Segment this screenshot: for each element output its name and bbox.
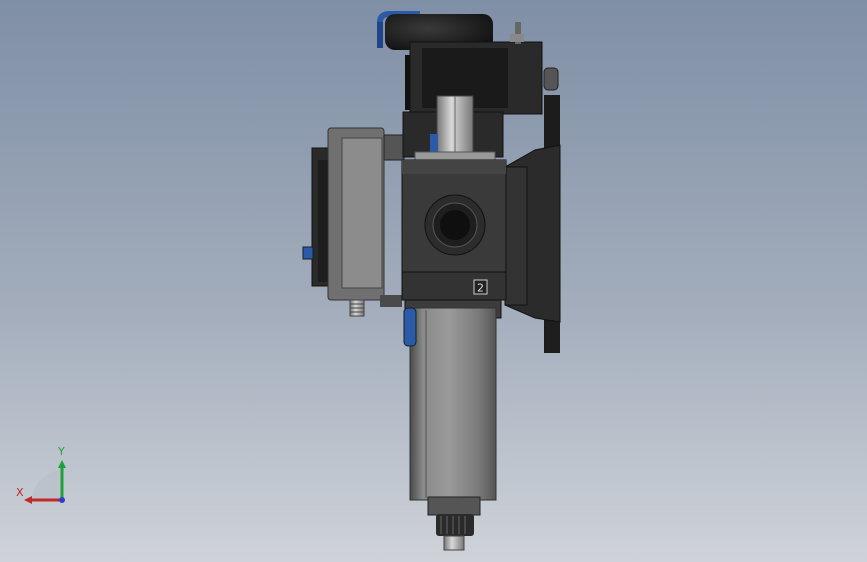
side-valve	[302, 127, 405, 317]
z-axis-dot	[59, 497, 65, 503]
orientation-triad[interactable]: X Y	[10, 440, 80, 510]
mounting-bracket	[504, 95, 561, 353]
main-body: 2	[401, 159, 507, 301]
drain-valve[interactable]	[436, 514, 474, 551]
y-arrow-icon	[58, 460, 66, 468]
cad-model[interactable]: 2	[0, 0, 867, 562]
x-axis-label: X	[16, 486, 24, 499]
triad-plane	[32, 470, 62, 500]
cad-viewport[interactable]: 2 X Y	[0, 0, 867, 562]
port-marking: 2	[477, 282, 484, 295]
x-arrow-icon	[24, 496, 32, 504]
y-axis-label: Y	[57, 445, 65, 458]
filter-bowl	[403, 299, 502, 516]
